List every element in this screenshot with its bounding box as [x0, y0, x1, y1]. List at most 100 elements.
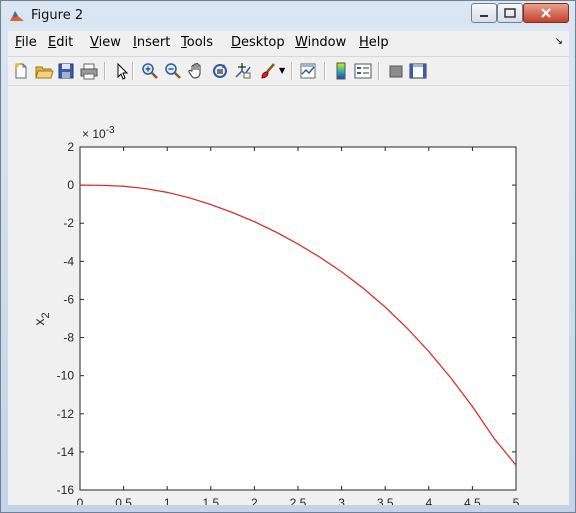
- hide-plot-tools-icon: [386, 61, 406, 81]
- x-tick-label: 2: [251, 496, 258, 505]
- menu-label-rest: iew: [98, 35, 121, 50]
- x-tick-label: 4.5: [464, 496, 481, 505]
- figure-client-area: ↘ File Edit View Insert Tools Desktop Window He…: [8, 31, 569, 505]
- show-plot-tools-button[interactable]: [408, 61, 428, 81]
- menu-bar: ↘ File Edit View Insert Tools Desktop Window He…: [8, 31, 569, 55]
- figure-toolbar: ▼: [8, 56, 569, 86]
- y-tick-label: 0: [67, 178, 74, 192]
- x-tick-label: 2.5: [290, 496, 307, 505]
- show-plot-tools-icon: [408, 61, 428, 81]
- menu-label-rest: nsert: [136, 35, 171, 50]
- brush-icon: [258, 61, 278, 81]
- menu-label-rest: ools: [186, 35, 214, 50]
- menu-mnemonic: D: [231, 35, 242, 50]
- y-tick-label: -10: [57, 369, 75, 383]
- y-tick-label: -8: [63, 331, 74, 345]
- colorbar-button[interactable]: [331, 61, 351, 81]
- x-tick-label: 3.5: [377, 496, 394, 505]
- menu-label-rest: esktop: [241, 35, 285, 50]
- y-tick-label: -4: [63, 254, 74, 268]
- matlab-figure-icon: [9, 8, 25, 24]
- menu-window[interactable]: Window: [295, 35, 346, 50]
- brush-dropdown-arrow-icon[interactable]: ▼: [279, 66, 285, 75]
- menu-tools[interactable]: Tools: [181, 35, 213, 50]
- x-tick-label: 1.5: [202, 496, 219, 505]
- figure-window: Figure 2 ↘ File Edit View Insert Tools Deskto…: [0, 0, 576, 513]
- menu-help[interactable]: Help: [359, 35, 389, 50]
- x-tick-label: 4: [425, 496, 432, 505]
- title-bar[interactable]: Figure 2: [1, 1, 575, 31]
- pan-hand-icon: [187, 61, 207, 81]
- line-chart: 0 0.5 1 1.5 2 2.5 3 3.5 4 4.5 5 2 0 -2 -4 -6 -8 -10 -12 -14…: [31, 125, 520, 505]
- toolbar-separator: [104, 62, 106, 80]
- menu-label-rest: elp: [368, 35, 389, 50]
- toolbar-separator: [324, 62, 326, 80]
- y-tick-label: -14: [57, 445, 75, 459]
- menu-label-rest: ile: [21, 35, 37, 50]
- y-tick-label: -2: [63, 216, 74, 230]
- window-title: Figure 2: [31, 8, 84, 23]
- y-axis-label: x2: [31, 312, 52, 325]
- new-figure-icon: [11, 61, 31, 81]
- exponent-base: × 10: [82, 127, 106, 141]
- zoom-out-button[interactable]: [163, 61, 183, 81]
- menu-label-rest: dit: [56, 35, 74, 50]
- x-tick-label: 1: [164, 496, 171, 505]
- rotate-3d-icon: [210, 61, 230, 81]
- x-tick-label: 0.5: [115, 496, 132, 505]
- legend-button[interactable]: [353, 61, 373, 81]
- dock-arrow-icon[interactable]: ↘: [555, 36, 563, 47]
- zoom-out-icon: [163, 61, 183, 81]
- menu-mnemonic: V: [90, 35, 99, 50]
- y-tick-label: -6: [63, 292, 74, 306]
- toolbar-separator: [378, 62, 380, 80]
- data-cursor-icon: [233, 61, 253, 81]
- x-tick-label: 3: [338, 496, 345, 505]
- x-tick-label: 5: [513, 496, 520, 505]
- save-button[interactable]: [56, 61, 76, 81]
- edit-plot-arrow-icon: [112, 61, 132, 81]
- y-tick-label: -16: [57, 483, 75, 497]
- minimize-button[interactable]: [471, 3, 497, 23]
- save-icon: [56, 61, 76, 81]
- y-tick-label: 2: [67, 140, 74, 154]
- menu-mnemonic: W: [295, 35, 308, 50]
- link-plot-icon: [298, 61, 318, 81]
- menu-mnemonic: H: [359, 35, 369, 50]
- toolbar-separator: [132, 62, 134, 80]
- pan-hand-button[interactable]: [187, 61, 207, 81]
- toolbar-separator: [291, 62, 293, 80]
- brush-button[interactable]: [258, 61, 278, 81]
- edit-plot-arrow-button[interactable]: [112, 61, 132, 81]
- y-axis-label-main: x: [31, 319, 47, 326]
- legend-icon: [353, 61, 373, 81]
- print-icon: [79, 61, 99, 81]
- menu-desktop[interactable]: Desktop: [231, 35, 285, 50]
- y-axis-label-subscript: 2: [40, 312, 52, 318]
- menu-mnemonic: E: [48, 35, 57, 50]
- hide-plot-tools-button[interactable]: [386, 61, 406, 81]
- y-exponent-label: × 10-3: [82, 125, 115, 141]
- colorbar-icon: [331, 61, 351, 81]
- rotate-3d-button[interactable]: [210, 61, 230, 81]
- open-file-button[interactable]: [34, 61, 54, 81]
- close-button[interactable]: [523, 3, 569, 23]
- menu-insert[interactable]: Insert: [133, 35, 170, 50]
- menu-file[interactable]: File: [15, 35, 37, 50]
- x-tick-label: 0: [77, 496, 84, 505]
- new-figure-button[interactable]: [11, 61, 31, 81]
- menu-label-rest: indow: [307, 35, 347, 50]
- zoom-in-button[interactable]: [140, 61, 160, 81]
- maximize-button[interactable]: [497, 3, 523, 23]
- data-cursor-button[interactable]: [233, 61, 253, 81]
- y-tick-label: -12: [57, 407, 75, 421]
- link-plot-button[interactable]: [298, 61, 318, 81]
- menu-view[interactable]: View: [90, 35, 121, 50]
- print-button[interactable]: [79, 61, 99, 81]
- exponent-power: -3: [106, 125, 115, 136]
- axes-box: [79, 146, 517, 491]
- menu-edit[interactable]: Edit: [48, 35, 73, 50]
- plot-area: 0 0.5 1 1.5 2 2.5 3 3.5 4 4.5 5 2 0 -2 -4 -6 -8 -10 -12 -14…: [8, 86, 569, 505]
- zoom-in-icon: [140, 61, 160, 81]
- open-file-icon: [34, 61, 54, 81]
